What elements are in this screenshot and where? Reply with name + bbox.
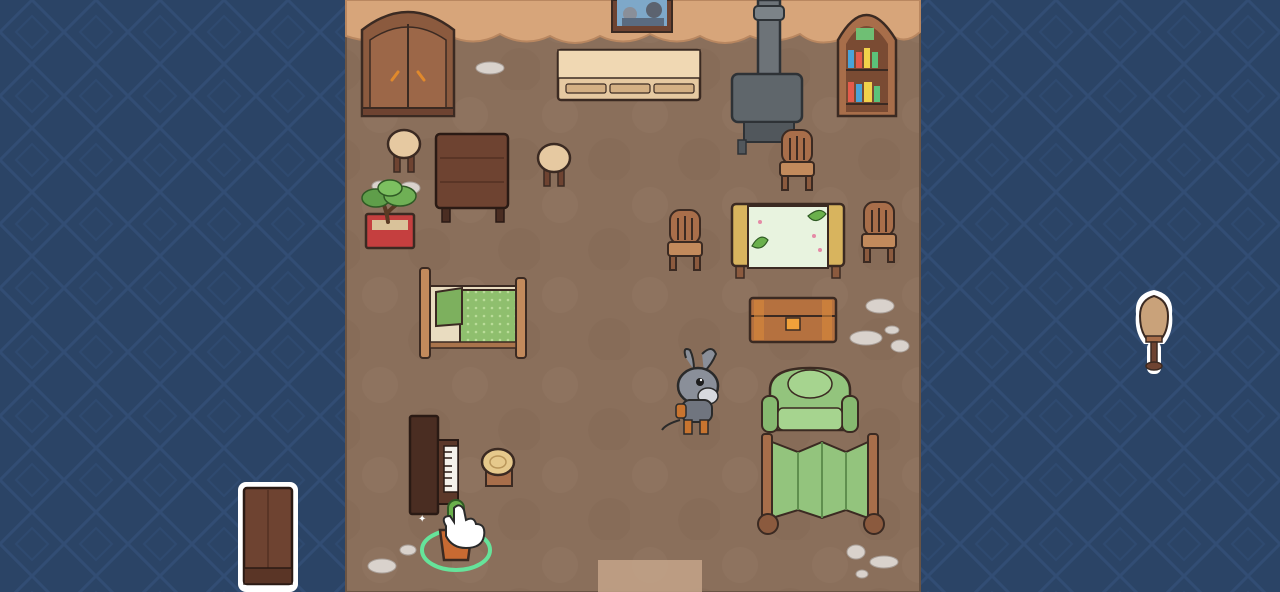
wooden-chest[interactable] xyxy=(748,296,838,344)
leaf-tablecloth-table[interactable] xyxy=(730,202,846,279)
tree-stump-stool[interactable] xyxy=(480,447,516,487)
bookcase-icon[interactable] xyxy=(836,13,898,118)
green-sofa[interactable] xyxy=(761,366,859,433)
sideboard-icon[interactable] xyxy=(556,48,702,102)
dark-square-table[interactable] xyxy=(434,132,510,223)
wardrobe-icon[interactable] xyxy=(360,10,456,118)
game-viewport[interactable]: ✦ xyxy=(0,0,1280,592)
portrait-icon[interactable] xyxy=(611,0,673,33)
potted-bonsai[interactable] xyxy=(361,179,417,250)
shelf-icon[interactable] xyxy=(238,482,298,592)
svg-text:✦: ✦ xyxy=(418,514,426,525)
